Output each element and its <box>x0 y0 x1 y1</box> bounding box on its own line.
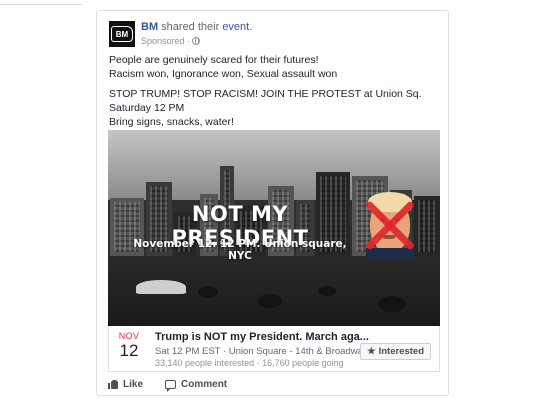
interested-button[interactable]: ★ Interested <box>360 343 431 360</box>
post-text: People are genuinely scared for their fu… <box>109 53 444 129</box>
event-link[interactable]: event <box>222 21 249 33</box>
tree <box>318 286 336 296</box>
thumbs-up-icon <box>108 379 118 389</box>
avatar-logo: BM <box>111 26 133 42</box>
post-actions: Like Comment <box>108 374 440 394</box>
globe-icon <box>192 37 201 45</box>
event-details[interactable]: NOV 12 Trump is NOT my President. March … <box>108 326 440 372</box>
post-text-line: Saturday 12 PM <box>109 102 185 114</box>
post-text-line: Bring signs, snacks, water! <box>109 116 234 128</box>
event-date: NOV 12 <box>113 331 145 361</box>
post-text-line: Racism won, Ignorance won, Sexual assaul… <box>109 68 338 80</box>
sponsored-label[interactable]: Sponsored · <box>141 36 190 46</box>
comment-button[interactable]: Comment <box>165 378 228 392</box>
page-avatar[interactable]: BM <box>109 21 135 47</box>
post-header: BM shared their event. <box>141 21 252 34</box>
comment-icon <box>165 379 177 392</box>
crossed-out-portrait <box>362 188 418 260</box>
event-cover-image[interactable]: NOT MY PRESIDENT November 12. 12 PM. Uni… <box>108 130 440 326</box>
action-text: shared their <box>158 21 223 33</box>
event-stats: 33,140 people interested · 16,760 people… <box>155 358 344 368</box>
post-text-line: STOP TRUMP! STOP RACISM! JOIN THE PROTES… <box>109 88 422 100</box>
like-button[interactable]: Like <box>108 379 143 390</box>
event-month: NOV <box>118 331 140 341</box>
pavilion <box>136 280 186 294</box>
event-title-link[interactable]: Trump is NOT my President. March aga... <box>155 331 369 343</box>
tree <box>258 294 282 308</box>
event-day: 12 <box>119 341 139 360</box>
like-label: Like <box>123 378 144 390</box>
page-name-link[interactable]: BM <box>141 21 158 33</box>
post-text-line: People are genuinely scared for their fu… <box>109 54 319 66</box>
sponsored-post-card: BM BM shared their event. Sponsored · Pe… <box>96 10 449 396</box>
post-subline: Sponsored · <box>141 36 201 46</box>
event-time-place: Sat 12 PM EST · Union Square - 14th & Br… <box>155 346 371 357</box>
cover-subhead: November 12. 12 PM. Union square, NYC <box>133 238 347 262</box>
star-icon: ★ <box>367 346 376 357</box>
action-end: . <box>249 21 253 33</box>
top-strip <box>0 0 540 8</box>
divider <box>0 4 82 5</box>
comment-label: Comment <box>181 378 228 390</box>
interested-label: Interested <box>378 346 424 357</box>
tree <box>198 286 218 298</box>
tree <box>378 296 406 312</box>
